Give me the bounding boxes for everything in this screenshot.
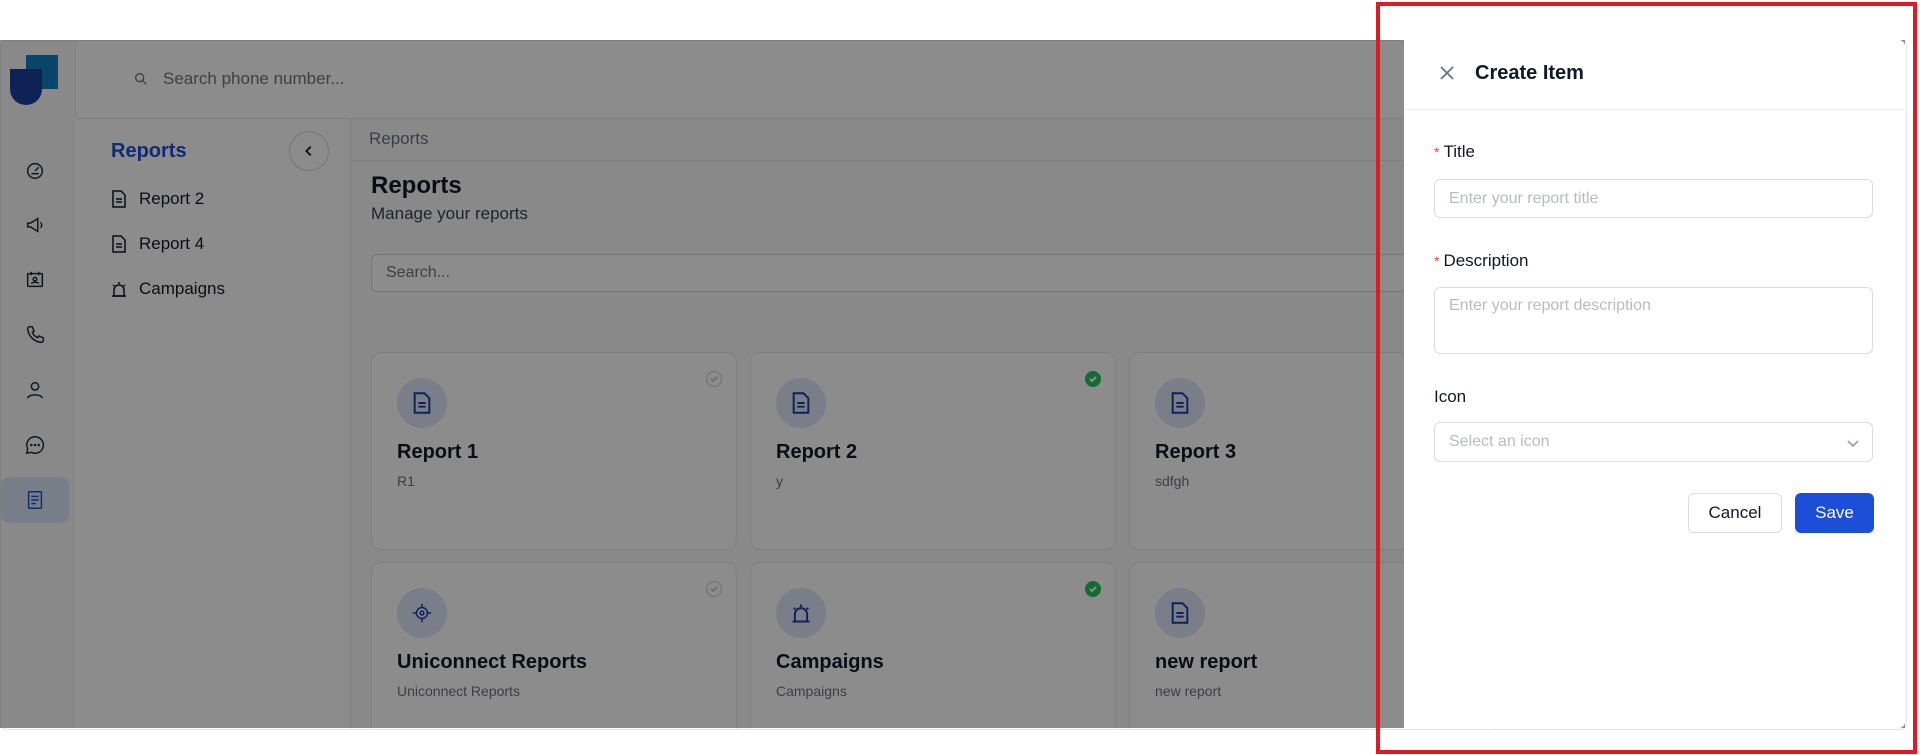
highlight-annotation-box [1376, 2, 1917, 754]
